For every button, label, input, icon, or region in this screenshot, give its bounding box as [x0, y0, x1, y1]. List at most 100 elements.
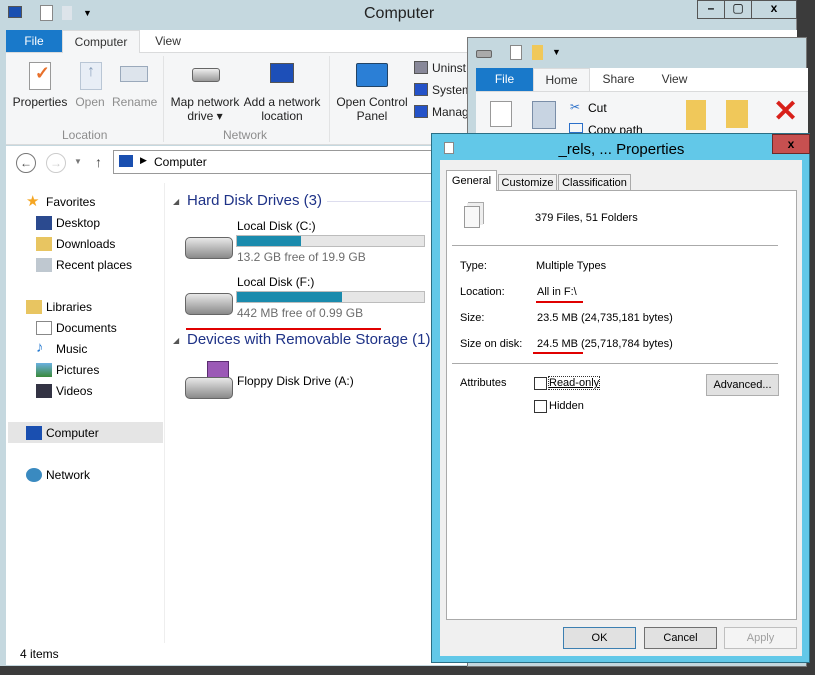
- control-panel-label: Open Control: [336, 95, 408, 109]
- location-value: All in F:\: [537, 286, 577, 298]
- drive-c-name[interactable]: Local Disk (C:): [237, 219, 316, 233]
- drive-f-free: 442 MB free of 0.99 GB: [237, 306, 364, 320]
- red-annotation-underline: [186, 328, 381, 330]
- floppy-drive-name[interactable]: Floppy Disk Drive (A:): [237, 374, 354, 388]
- qat-dropdown-icon[interactable]: ▼: [552, 47, 561, 57]
- copy-to-icon: [726, 100, 748, 128]
- tab-share[interactable]: Share: [590, 68, 647, 91]
- type-value: Multiple Types: [536, 260, 607, 272]
- breadcrumb-computer[interactable]: Computer: [154, 155, 207, 169]
- collapse-icon[interactable]: ◢: [173, 336, 179, 345]
- cancel-button[interactable]: Cancel: [644, 627, 717, 649]
- uninstall-button[interactable]: Uninst: [432, 61, 466, 75]
- forward-button[interactable]: →: [46, 153, 66, 173]
- star-icon: ★: [26, 193, 40, 210]
- location-label: Location:: [460, 286, 505, 298]
- move-to-icon: [686, 100, 706, 130]
- size-on-disk-label: Size on disk:: [460, 338, 523, 350]
- music-icon: ♪: [36, 339, 44, 356]
- hidden-checkbox[interactable]: [534, 400, 547, 413]
- tab-computer[interactable]: Computer: [62, 30, 140, 53]
- properties-qat-icon[interactable]: [40, 5, 53, 21]
- nav-downloads[interactable]: Downloads: [36, 237, 115, 251]
- cut-icon: ✂: [570, 100, 581, 114]
- copy-path-icon: [569, 123, 583, 133]
- libraries-icon: [26, 300, 42, 314]
- nav-computer[interactable]: Computer: [26, 426, 99, 440]
- removable-storage-header[interactable]: Devices with Removable Storage (1): [187, 331, 430, 348]
- dialog-close-button[interactable]: x: [772, 134, 810, 154]
- nav-desktop[interactable]: Desktop: [36, 216, 100, 230]
- hidden-label[interactable]: Hidden: [549, 400, 584, 412]
- tab-classification[interactable]: Classification: [558, 174, 631, 191]
- computer-icon: [119, 155, 133, 167]
- tab-customize[interactable]: Customize: [498, 174, 557, 191]
- tab-file[interactable]: File: [6, 30, 62, 53]
- ok-button[interactable]: OK: [563, 627, 636, 649]
- size-label: Size:: [460, 312, 485, 324]
- system-icon: [414, 83, 428, 96]
- nav-network[interactable]: Network: [26, 468, 90, 482]
- folder-qat-icon[interactable]: [62, 6, 72, 20]
- window-title: Computer: [364, 5, 435, 22]
- add-network-location-button[interactable]: Add a network location: [242, 95, 322, 123]
- minimize-button[interactable]: –: [697, 0, 725, 19]
- tab-view[interactable]: View: [140, 30, 196, 53]
- manage-button[interactable]: Manag: [432, 105, 469, 119]
- collapse-icon[interactable]: ◢: [173, 197, 179, 206]
- tab-general[interactable]: General: [446, 170, 497, 191]
- attributes-label: Attributes: [460, 377, 507, 389]
- status-item-count: 4 items: [20, 647, 59, 661]
- read-only-label[interactable]: Read-only: [547, 376, 601, 390]
- maximize-button[interactable]: ▢: [724, 0, 752, 19]
- hard-disk-drives-header[interactable]: Hard Disk Drives (3): [187, 192, 322, 209]
- location-group-label: Location: [62, 128, 108, 142]
- nav-documents[interactable]: Documents: [36, 321, 117, 335]
- properties-qat-icon[interactable]: [510, 45, 522, 60]
- control-panel-label2: Panel: [356, 109, 388, 123]
- size-value: 23.5 MB (24,735,181 bytes): [537, 312, 673, 324]
- nav-libraries[interactable]: Libraries: [26, 300, 92, 314]
- address-bar[interactable]: ▶ Computer: [113, 150, 433, 174]
- add-network-label: Add a network: [243, 95, 321, 109]
- properties-dialog: _rels, ... Properties x General Customiz…: [431, 133, 810, 663]
- red-annotation-underline: [536, 301, 583, 303]
- network-icon: [26, 468, 42, 482]
- size-on-disk-value: 24.5 MB (25,718,784 bytes): [537, 338, 673, 350]
- nav-recent-places[interactable]: Recent places: [36, 258, 132, 272]
- read-only-checkbox[interactable]: [534, 377, 547, 390]
- computer-icon: [26, 426, 42, 440]
- nav-favorites[interactable]: ★ Favorites: [26, 193, 95, 210]
- properties-button[interactable]: Properties: [12, 95, 68, 109]
- drive-qat-icon: [476, 50, 492, 58]
- open-control-panel-button[interactable]: Open Control Panel: [334, 95, 410, 123]
- close-button[interactable]: x: [751, 0, 797, 19]
- open-icon: ↑: [80, 62, 102, 90]
- usage-fill: [237, 292, 342, 302]
- nav-videos[interactable]: Videos: [36, 384, 92, 398]
- files-icon: [464, 206, 480, 228]
- qat-dropdown-icon[interactable]: ▼: [83, 8, 92, 18]
- advanced-button[interactable]: Advanced...: [706, 374, 779, 396]
- tab-view[interactable]: View: [647, 68, 702, 91]
- open-button[interactable]: Open: [74, 95, 106, 109]
- tab-file[interactable]: File: [476, 68, 533, 91]
- cut-button[interactable]: Cut: [588, 101, 607, 115]
- map-network-drive-button[interactable]: Map network drive ▾: [168, 95, 242, 123]
- map-network-label2: drive ▾: [187, 109, 223, 123]
- delete-icon[interactable]: ✕: [773, 94, 798, 129]
- rename-icon: [120, 66, 148, 82]
- back-button[interactable]: ←: [16, 153, 36, 173]
- nav-pictures[interactable]: Pictures: [36, 363, 99, 377]
- map-network-label: Map network: [170, 95, 240, 109]
- drive-f-name[interactable]: Local Disk (F:): [237, 275, 314, 289]
- apply-button[interactable]: Apply: [724, 627, 797, 649]
- recent-locations-dropdown[interactable]: ▼: [74, 157, 82, 166]
- system-properties-button[interactable]: System: [432, 83, 472, 97]
- up-button[interactable]: ↑: [95, 154, 102, 170]
- folder-qat-icon[interactable]: [532, 45, 543, 60]
- rename-button[interactable]: Rename: [112, 95, 157, 109]
- nav-music[interactable]: ♪ Music: [36, 339, 87, 356]
- pictures-icon: [36, 363, 52, 377]
- tab-home[interactable]: Home: [533, 68, 590, 91]
